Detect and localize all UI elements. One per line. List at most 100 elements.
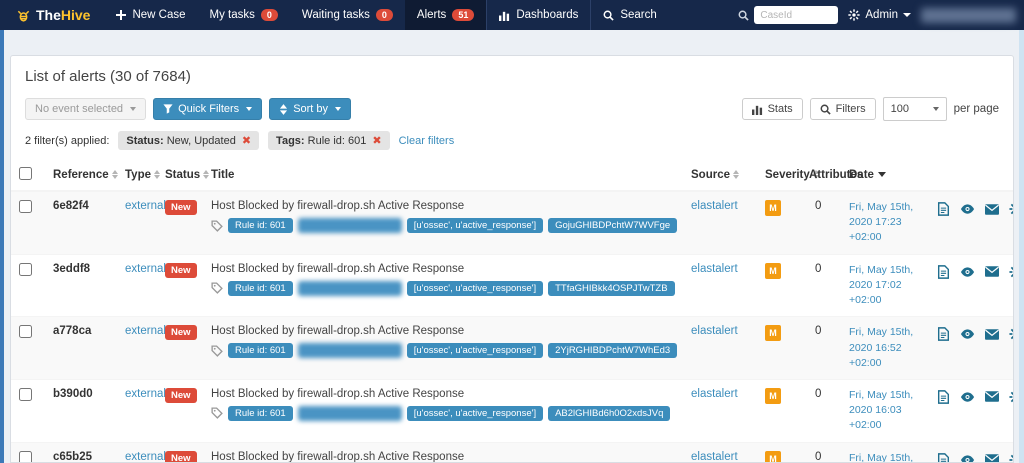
right-scrollbar[interactable] [1019, 30, 1024, 463]
applied-filters-bar: 2 filter(s) applied: Status: New, Update… [11, 127, 1013, 160]
alert-tag[interactable]: AB2lGHIBd6h0O2xdsJVq [548, 406, 670, 421]
gear-actions-icon[interactable] [1009, 202, 1014, 216]
description-file-icon[interactable] [937, 265, 950, 279]
attributes-count: 0 [809, 325, 821, 337]
envelope-icon[interactable] [985, 329, 999, 340]
content-area: List of alerts (30 of 7684) No event sel… [0, 30, 1024, 463]
alert-tag[interactable]: [u'ossec', u'active_response'] [407, 218, 543, 233]
alert-reference[interactable]: 3eddf8 [53, 263, 90, 275]
tag-icon [211, 407, 223, 419]
col-severity[interactable]: Severity [757, 160, 801, 191]
gear-actions-icon[interactable] [1009, 265, 1014, 279]
col-status[interactable]: Status [157, 160, 203, 191]
severity-badge[interactable]: M [765, 325, 781, 341]
filter-value: New, Updated [167, 135, 236, 147]
eye-preview-icon[interactable] [960, 328, 975, 340]
sort-by-dropdown[interactable]: Sort by [269, 98, 351, 120]
alert-tag[interactable]: [u'ossec', u'active_response'] [407, 343, 543, 358]
alert-source[interactable]: elastalert [691, 200, 738, 212]
row-checkbox[interactable] [19, 451, 32, 463]
caseid-search-input[interactable] [754, 6, 838, 24]
alert-tag[interactable]: [u'ossec', u'active_response'] [407, 281, 543, 296]
eye-preview-icon[interactable] [960, 454, 975, 463]
envelope-icon[interactable] [985, 391, 999, 402]
alert-tag[interactable]: [u'ossec', u'active_response'] [407, 406, 543, 421]
alert-tag[interactable]: TTfaGHIBkk4OSPJTwTZB [548, 281, 674, 296]
description-file-icon[interactable] [937, 202, 950, 216]
alert-type[interactable]: external [125, 263, 166, 275]
per-page-select[interactable]: 100 [883, 97, 947, 121]
alert-date: Fri, May 15th, 2020 16:03+02:00 [849, 388, 921, 434]
alert-tag[interactable]: Rule id: 601 [228, 218, 293, 233]
row-checkbox[interactable] [19, 325, 32, 338]
tag-list: Rule id: 601 [u'ossec', u'active_response… [228, 218, 677, 233]
alert-source[interactable]: elastalert [691, 263, 738, 275]
nav-new-case[interactable]: New Case [104, 0, 197, 30]
severity-badge[interactable]: M [765, 388, 781, 404]
description-file-icon[interactable] [937, 390, 950, 404]
row-checkbox[interactable] [19, 388, 32, 401]
admin-label: Admin [865, 9, 898, 21]
severity-badge[interactable]: M [765, 200, 781, 216]
col-source[interactable]: Source [683, 160, 757, 191]
admin-menu[interactable]: Admin [848, 9, 911, 21]
alert-reference[interactable]: a778ca [53, 325, 91, 337]
envelope-icon[interactable] [985, 266, 999, 277]
alert-type[interactable]: external [125, 388, 166, 400]
gear-actions-icon[interactable] [1009, 453, 1014, 463]
nav-search[interactable]: Search [590, 0, 668, 30]
alert-type[interactable]: external [125, 200, 166, 212]
nav-waiting-tasks[interactable]: Waiting tasks 0 [290, 0, 405, 30]
select-all-checkbox[interactable] [19, 167, 32, 180]
alert-tag[interactable]: Rule id: 601 [228, 343, 293, 358]
col-date[interactable]: Date [841, 160, 929, 191]
quick-filters-dropdown[interactable]: Quick Filters [153, 98, 262, 120]
alert-tag[interactable]: Rule id: 601 [228, 281, 293, 296]
chevron-down-icon [933, 107, 939, 111]
row-checkbox[interactable] [19, 263, 32, 276]
alert-date: Fri, May 15th, 2020 17:23+02:00 [849, 200, 921, 246]
envelope-icon[interactable] [985, 454, 999, 463]
filter-name: Status: [126, 135, 163, 147]
severity-badge[interactable]: M [765, 451, 781, 463]
nav-alerts[interactable]: Alerts 51 [405, 0, 486, 30]
alert-source[interactable]: elastalert [691, 325, 738, 337]
alert-tag[interactable]: Rule id: 601 [228, 406, 293, 421]
alert-type[interactable]: external [125, 325, 166, 337]
alert-type[interactable]: external [125, 451, 166, 463]
eye-preview-icon[interactable] [960, 266, 975, 278]
alert-source[interactable]: elastalert [691, 388, 738, 400]
severity-badge[interactable]: M [765, 263, 781, 279]
clear-filters-link[interactable]: Clear filters [399, 135, 455, 147]
event-select-label: No event selected [35, 103, 123, 115]
nav-my-tasks[interactable]: My tasks 0 [198, 0, 290, 30]
col-reference[interactable]: Reference [45, 160, 117, 191]
alert-source[interactable]: elastalert [691, 451, 738, 463]
stats-button[interactable]: Stats [742, 98, 803, 120]
filters-button[interactable]: Filters [810, 98, 876, 120]
table-row: a778ca external New Host Blocked by fire… [11, 317, 1014, 380]
gear-actions-icon[interactable] [1009, 327, 1014, 341]
row-checkbox[interactable] [19, 200, 32, 213]
eye-preview-icon[interactable] [960, 203, 975, 215]
description-file-icon[interactable] [937, 453, 950, 463]
envelope-icon[interactable] [985, 204, 999, 215]
nav-dashboards[interactable]: Dashboards [486, 0, 590, 30]
remove-filter-icon[interactable]: ✖ [372, 134, 381, 147]
alert-reference[interactable]: c65b25 [53, 451, 92, 463]
thehive-logo[interactable]: TheHive [0, 0, 104, 30]
attributes-count: 0 [809, 388, 821, 400]
alert-tag[interactable]: 2YjRGHIBDPchtW7WhEd3 [548, 343, 677, 358]
stats-icon [752, 104, 763, 115]
tag-icon [211, 345, 223, 357]
description-file-icon[interactable] [937, 327, 950, 341]
eye-preview-icon[interactable] [960, 391, 975, 403]
alert-reference[interactable]: 6e82f4 [53, 200, 89, 212]
remove-filter-icon[interactable]: ✖ [242, 134, 251, 147]
col-type[interactable]: Type [117, 160, 157, 191]
table-row: 3eddf8 external New Host Blocked by fire… [11, 254, 1014, 317]
alert-tag[interactable]: GojuGHIBDPchtW7WVFge [548, 218, 677, 233]
gear-actions-icon[interactable] [1009, 390, 1014, 404]
alert-reference[interactable]: b390d0 [53, 388, 93, 400]
event-select-dropdown[interactable]: No event selected [25, 98, 146, 120]
